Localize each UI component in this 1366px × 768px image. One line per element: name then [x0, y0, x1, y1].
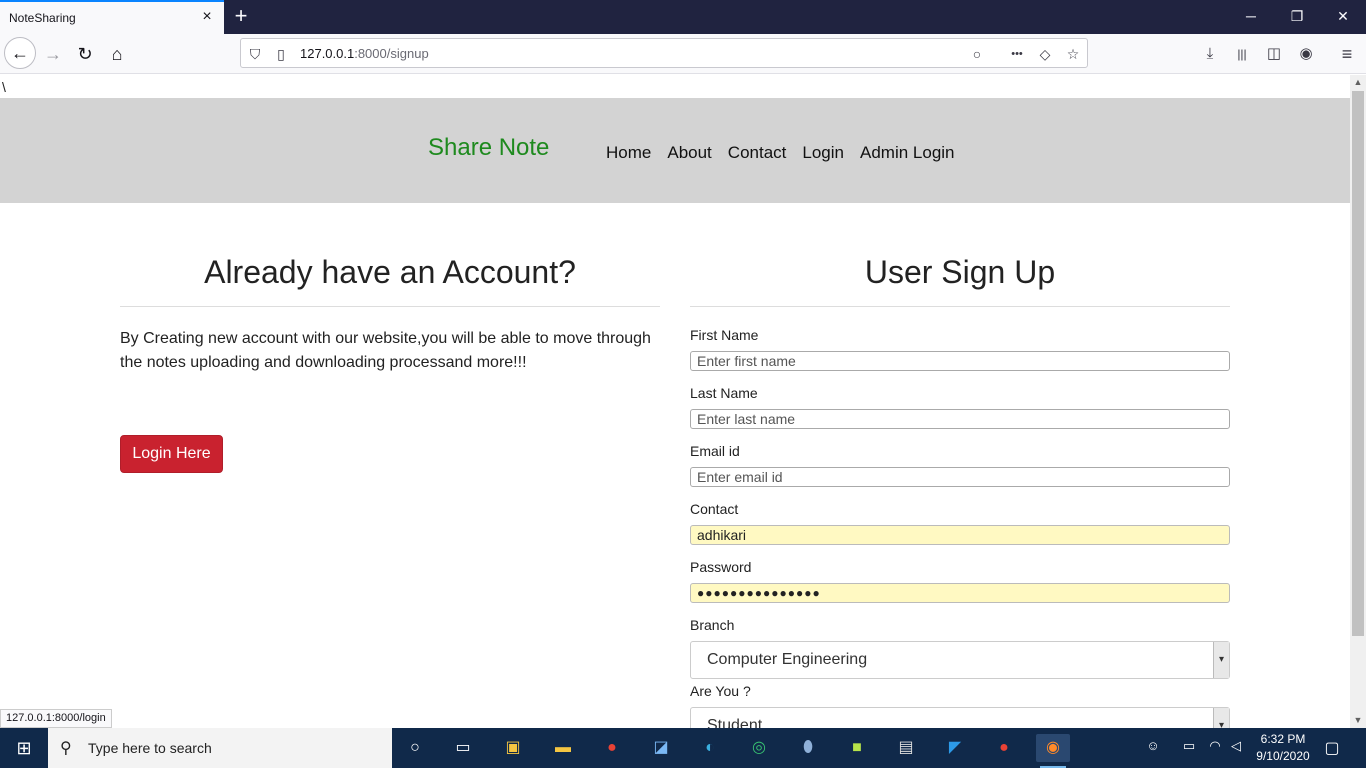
chevron-down-icon: ▾ [1213, 708, 1229, 728]
scroll-thumb[interactable] [1352, 91, 1364, 636]
browser-toolbar: ← → ↻ ⌂ ⛉ ▯ 127.0.0.1:8000/signup ○ ••• … [0, 34, 1366, 74]
taskbar-clock[interactable]: 6:32 PM 9/10/2020 [1248, 731, 1318, 765]
terminal-icon[interactable]: ▤ [889, 734, 923, 762]
back-icon[interactable]: ← [4, 37, 36, 69]
battery-icon[interactable]: ▭ [1180, 738, 1198, 754]
task-view-icon[interactable]: ▭ [446, 734, 480, 762]
scroll-down-icon[interactable]: ▼ [1350, 713, 1366, 727]
role-label: Are You ? [690, 683, 751, 699]
url-text[interactable]: 127.0.0.1:8000/signup [300, 46, 429, 61]
branch-value: Computer Engineering [707, 651, 868, 668]
app-ring-icon[interactable]: ◎ [742, 734, 776, 762]
taskbar-search-placeholder: Type here to search [88, 740, 212, 756]
pocket-icon[interactable]: ◇ [1035, 44, 1055, 64]
windows-start-icon[interactable]: ⊞ [0, 728, 48, 768]
nav-home[interactable]: Home [606, 143, 651, 163]
home-icon[interactable]: ⌂ [102, 40, 132, 68]
first-name-input[interactable] [690, 351, 1230, 371]
role-value: Student [707, 717, 763, 728]
browser-tab-bar: NoteSharing × + ─ ❐ ✕ [0, 0, 1366, 34]
new-tab-icon[interactable]: + [230, 4, 252, 28]
bookmark-star-icon[interactable]: ☆ [1063, 44, 1083, 64]
login-prompt-section: Already have an Account? By Creating new… [120, 253, 660, 473]
account-icon[interactable]: ◉ [1295, 43, 1317, 65]
minimize-icon[interactable]: ─ [1240, 6, 1262, 26]
lightbulb-icon[interactable]: ○ [967, 44, 987, 64]
password-input[interactable]: ●●●●●●●●●●●●●●● [690, 583, 1230, 603]
divider [690, 306, 1230, 307]
link-status-tooltip: 127.0.0.1:8000/login [0, 709, 112, 728]
taskbar-search-box[interactable]: ⚲ Type here to search [48, 728, 392, 768]
browser-tab[interactable]: NoteSharing × [0, 0, 224, 34]
tab-close-icon[interactable]: × [198, 8, 216, 26]
search-icon: ⚲ [60, 740, 72, 757]
nav-contact[interactable]: Contact [728, 143, 787, 163]
close-window-icon[interactable]: ✕ [1332, 6, 1354, 26]
site-nav: Home About Contact Login Admin Login [606, 143, 971, 163]
brand-logo[interactable]: Share Note [428, 134, 549, 162]
wifi-icon[interactable]: ◠ [1206, 738, 1224, 754]
stray-text: \ [2, 79, 6, 95]
app-icon[interactable]: ◪ [644, 734, 678, 762]
clock-date: 9/10/2020 [1256, 749, 1310, 763]
reload-icon[interactable]: ↻ [70, 40, 100, 68]
chevron-down-icon: ▾ [1213, 642, 1229, 678]
nav-about[interactable]: About [667, 143, 711, 163]
signup-heading: User Sign Up [864, 254, 1056, 290]
chrome-icon[interactable]: ● [987, 734, 1021, 762]
email-input[interactable] [690, 467, 1230, 487]
windows-taskbar: ⊞ ⚲ Type here to search ○ ▭ ▣ ▬ ● ◪ ◐ ◎ … [0, 728, 1366, 768]
notifications-icon[interactable]: ▢ [1322, 738, 1342, 758]
store-icon[interactable]: ▣ [496, 734, 530, 762]
tab-title: NoteSharing [9, 11, 76, 25]
page-info-icon[interactable]: ▯ [271, 44, 291, 64]
branch-label: Branch [690, 617, 735, 633]
shield-icon[interactable]: ⛉ [245, 44, 265, 64]
menu-icon[interactable]: ≡ [1336, 43, 1358, 65]
downloads-icon[interactable]: ⤓ [1199, 43, 1221, 65]
branch-select[interactable]: Computer Engineering ▾ [690, 641, 1230, 679]
last-name-label: Last Name [690, 385, 758, 401]
cortana-icon[interactable]: ○ [398, 734, 432, 762]
forward-icon[interactable]: → [38, 40, 68, 68]
login-prompt-heading: Already have an Account? [204, 254, 576, 290]
contact-input[interactable] [690, 525, 1230, 545]
clock-time: 6:32 PM [1260, 732, 1306, 746]
file-explorer-icon[interactable]: ▬ [546, 734, 580, 762]
login-prompt-text: By Creating new account with our website… [120, 330, 651, 371]
restore-icon[interactable]: ❐ [1286, 6, 1308, 26]
volume-icon[interactable]: ◁ [1227, 738, 1245, 754]
divider [120, 306, 660, 307]
people-icon[interactable]: ☺ [1144, 738, 1162, 753]
pycharm-icon[interactable]: ■ [840, 734, 874, 762]
library-icon[interactable]: ||| [1231, 43, 1253, 65]
chrome-icon[interactable]: ● [595, 734, 629, 762]
role-select[interactable]: Student ▾ [690, 707, 1230, 728]
password-label: Password [690, 559, 752, 575]
email-label: Email id [690, 443, 740, 459]
login-here-button[interactable]: Login Here [120, 435, 223, 473]
firefox-icon[interactable]: ◉ [1036, 734, 1070, 768]
url-path: :8000/signup [354, 46, 429, 61]
sidebar-icon[interactable]: ◫ [1263, 43, 1285, 65]
more-actions-icon[interactable]: ••• [1007, 44, 1027, 64]
page-viewport: \ Share Note Home About Contact Login Ad… [0, 75, 1350, 728]
first-name-label: First Name [690, 327, 759, 343]
postgres-icon[interactable]: ⬮ [791, 734, 825, 762]
nav-login[interactable]: Login [802, 143, 844, 163]
page-scrollbar[interactable]: ▲ ▼ [1350, 75, 1366, 728]
url-host: 127.0.0.1 [300, 46, 355, 61]
signup-form: User Sign Up First Name Last Name Email … [690, 253, 1230, 728]
edge-icon[interactable]: ◐ [693, 734, 727, 762]
contact-label: Contact [690, 501, 739, 517]
url-bar[interactable]: ⛉ ▯ 127.0.0.1:8000/signup ○ ••• ◇ ☆ [240, 38, 1088, 68]
site-header: Share Note Home About Contact Login Admi… [0, 98, 1350, 203]
vscode-icon[interactable]: ◤ [938, 734, 972, 762]
scroll-up-icon[interactable]: ▲ [1350, 75, 1366, 89]
last-name-input[interactable] [690, 409, 1230, 429]
nav-admin-login[interactable]: Admin Login [860, 143, 955, 163]
